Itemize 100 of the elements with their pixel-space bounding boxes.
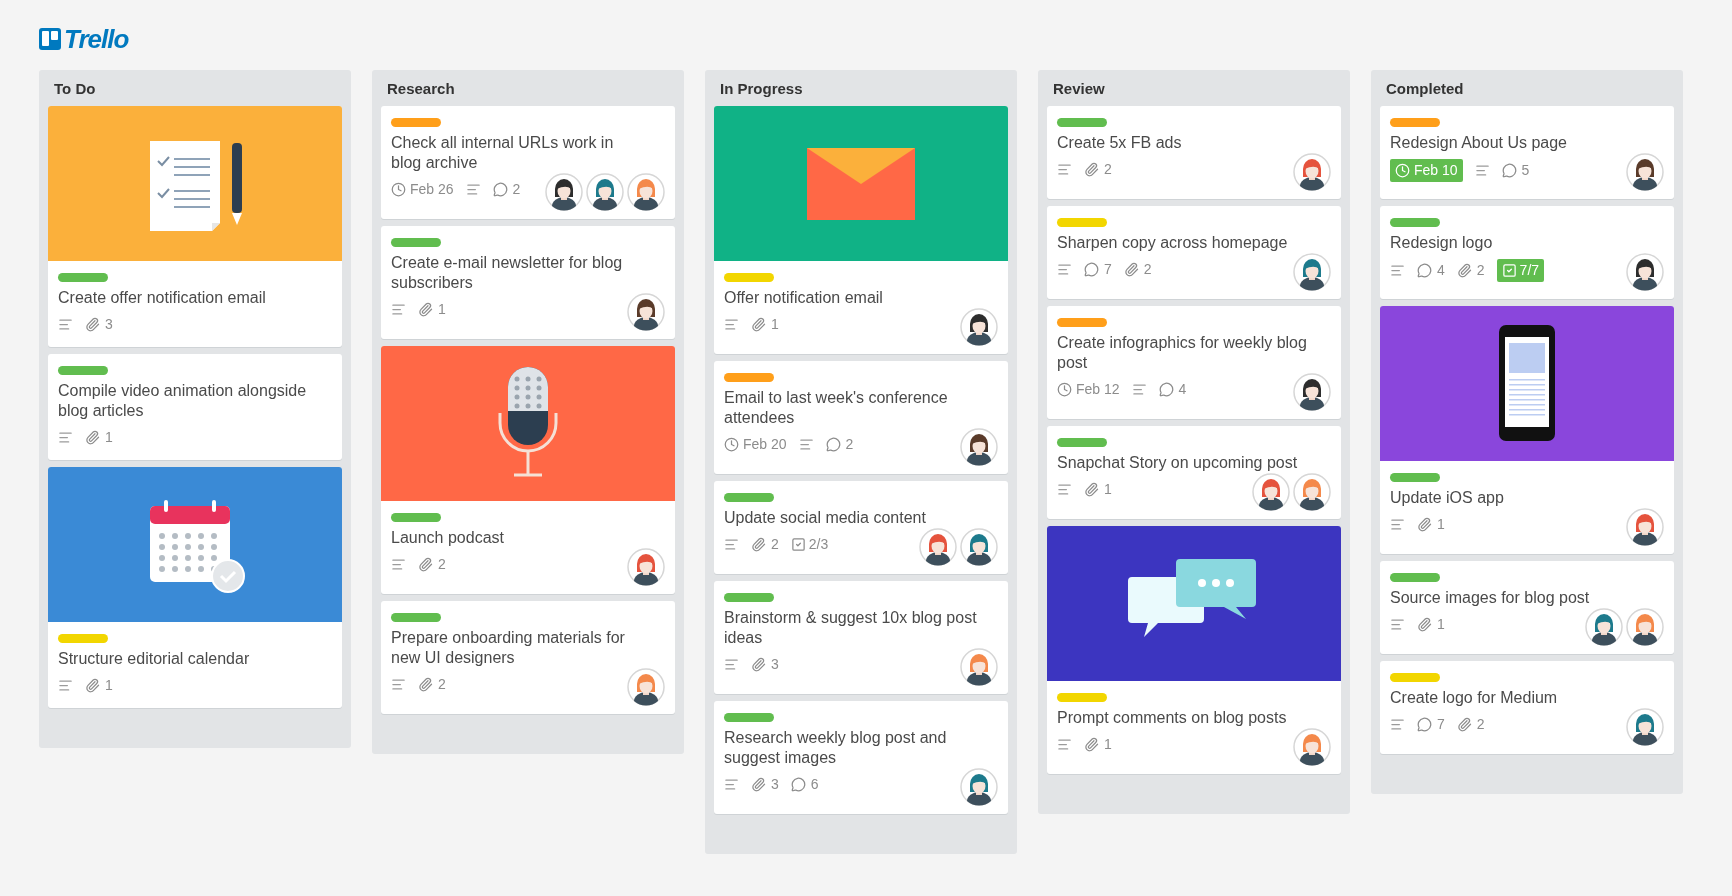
- paperclip-icon: [1084, 736, 1099, 752]
- card-title: Research weekly blog post and suggest images: [724, 727, 948, 768]
- clock-icon: [1057, 381, 1072, 397]
- description-icon: [798, 436, 814, 452]
- description-icon: [391, 301, 406, 317]
- attachment-count: 2: [1476, 714, 1485, 734]
- clock-icon: [724, 436, 739, 452]
- member-avatar[interactable]: [1626, 252, 1664, 291]
- comment-icon: [1501, 162, 1517, 178]
- description-icon: [1390, 616, 1405, 632]
- comment-icon: [1417, 262, 1432, 278]
- member-avatar[interactable]: [1293, 727, 1331, 766]
- comment-icon: [790, 776, 806, 792]
- task-card[interactable]: Update iOS app 1: [1380, 305, 1674, 554]
- description-icon: [1057, 261, 1072, 277]
- task-card[interactable]: Create logo for Medium 7 2: [1380, 660, 1674, 754]
- description-icon: [465, 181, 481, 197]
- task-card[interactable]: Redesign About Us page Feb 10 5: [1380, 105, 1674, 199]
- card-title: Structure editorial calendar: [58, 648, 251, 669]
- paperclip-icon: [751, 656, 766, 672]
- member-avatar[interactable]: [586, 172, 624, 211]
- checkbox-icon: [1501, 262, 1517, 278]
- member-avatar[interactable]: [627, 292, 665, 331]
- due-date: Feb 20: [724, 433, 787, 455]
- clock-icon: [391, 181, 406, 197]
- paperclip-icon: [1084, 481, 1099, 497]
- task-card[interactable]: Offer notification email 1: [714, 105, 1008, 354]
- paperclip-icon: [751, 316, 766, 332]
- task-card[interactable]: Create offer notification email 3: [48, 105, 342, 347]
- member-avatar[interactable]: [1585, 607, 1623, 646]
- member-avatar[interactable]: [1293, 472, 1331, 511]
- card-title: Create 5x FB ads: [1057, 132, 1183, 153]
- comment-icon: [1417, 716, 1432, 732]
- member-avatar[interactable]: [1293, 372, 1331, 411]
- task-card[interactable]: Source images for blog post 1: [1380, 560, 1674, 654]
- member-avatar[interactable]: [545, 172, 583, 211]
- task-card[interactable]: Snapchat Story on upcoming post 1: [1047, 425, 1341, 519]
- member-avatar[interactable]: [960, 527, 998, 566]
- task-card[interactable]: Prompt comments on blog posts 1: [1047, 525, 1341, 774]
- task-card[interactable]: Redesign logo 4 2 7/7: [1380, 205, 1674, 299]
- card-title: Snapchat Story on upcoming post: [1057, 452, 1299, 473]
- description-icon: [58, 316, 73, 332]
- task-card[interactable]: Prepare onboarding materials for new UI designers 2: [381, 600, 675, 714]
- attachment-count: 1: [105, 675, 113, 695]
- description-icon: [58, 677, 73, 693]
- task-card[interactable]: Sharpen copy across homepage 7 2: [1047, 205, 1341, 299]
- comment-count: 2: [845, 434, 854, 454]
- attachment-count: 3: [771, 774, 779, 794]
- member-avatar[interactable]: [1252, 472, 1290, 511]
- task-card[interactable]: Structure editorial calendar 1: [48, 466, 342, 708]
- comment-icon: [492, 181, 508, 197]
- task-card[interactable]: Create 5x FB ads 2: [1047, 105, 1341, 199]
- card-title: Launch podcast: [391, 527, 505, 548]
- card-title: Redesign About Us page: [1390, 132, 1568, 153]
- member-avatar[interactable]: [960, 427, 998, 466]
- checkbox-icon: [790, 536, 806, 552]
- task-card[interactable]: Brainstorm & suggest 10x blog post ideas 3: [714, 580, 1008, 694]
- task-card[interactable]: Launch podcast 2: [381, 345, 675, 594]
- member-avatar[interactable]: [1626, 607, 1664, 646]
- member-avatar[interactable]: [919, 527, 957, 566]
- member-avatar[interactable]: [1626, 152, 1664, 191]
- task-card[interactable]: Research weekly blog post and suggest images 3 6: [714, 700, 1008, 814]
- member-avatar[interactable]: [627, 547, 665, 586]
- list-title: Research: [386, 79, 456, 99]
- comment-icon: [825, 436, 841, 452]
- member-avatar[interactable]: [1626, 707, 1664, 746]
- due-date: Feb 12: [1057, 378, 1120, 400]
- card-title: Update social media content: [724, 507, 927, 528]
- member-avatar[interactable]: [1626, 507, 1664, 546]
- paperclip-icon: [85, 316, 100, 332]
- attachment-count: 1: [105, 427, 113, 447]
- due-date: Feb 10: [1390, 158, 1463, 182]
- checklist-progress: 2/3: [790, 533, 829, 555]
- member-avatar[interactable]: [1293, 152, 1331, 191]
- member-avatar[interactable]: [960, 647, 998, 686]
- task-card[interactable]: Update social media content 2 2/3: [714, 480, 1008, 574]
- task-card[interactable]: Email to last week's conference attendees Feb 20 2: [714, 360, 1008, 474]
- task-card[interactable]: Compile video animation alongside blog articles 1: [48, 353, 342, 460]
- member-avatar[interactable]: [960, 767, 998, 806]
- attachment-count: 2: [1143, 259, 1152, 279]
- member-avatar[interactable]: [627, 172, 665, 211]
- paperclip-icon: [85, 429, 100, 445]
- card-title: Source images for blog post: [1390, 587, 1591, 608]
- member-avatar[interactable]: [1293, 252, 1331, 291]
- paperclip-icon: [1417, 616, 1432, 632]
- paperclip-icon: [1456, 262, 1472, 278]
- description-icon: [1057, 481, 1072, 497]
- card-title: Redesign logo: [1390, 232, 1494, 253]
- board-icon: [39, 28, 61, 50]
- card-title: Update iOS app: [1390, 487, 1505, 508]
- member-avatar[interactable]: [627, 667, 665, 706]
- description-icon: [724, 536, 739, 552]
- attachment-count: 2: [438, 674, 446, 694]
- paperclip-icon: [418, 556, 433, 572]
- logo-wordmark: Trello: [64, 26, 129, 52]
- task-card[interactable]: Create infographics for weekly blog post Feb 12 4: [1047, 305, 1341, 419]
- task-card[interactable]: Create e-mail newsletter for blog subscribers 1: [381, 225, 675, 339]
- task-card[interactable]: Check all internal URLs work in blog archive Feb 26 2: [381, 105, 675, 219]
- description-icon: [724, 656, 739, 672]
- member-avatar[interactable]: [960, 307, 998, 346]
